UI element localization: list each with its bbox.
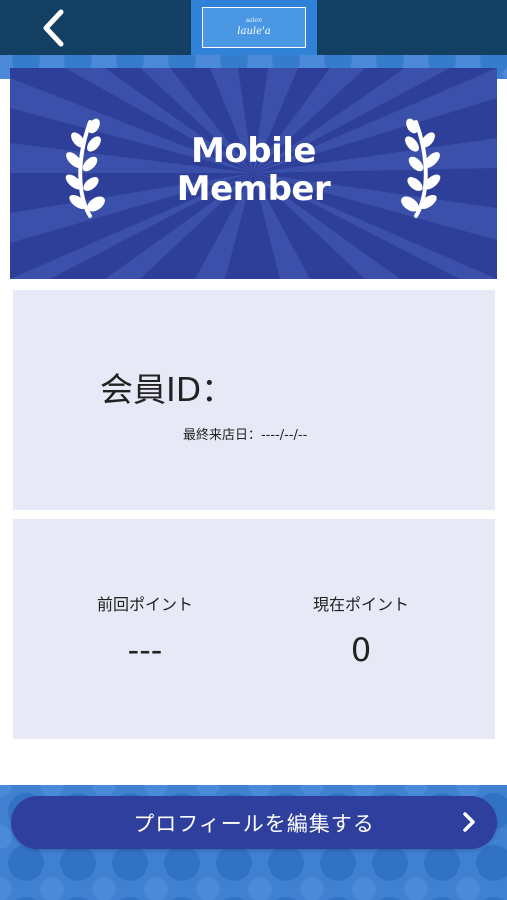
back-button[interactable] [28, 5, 78, 51]
logo-small-text: salon [245, 17, 263, 24]
chevron-left-icon [43, 9, 64, 47]
content-panel: 会員ID： 最終来店日：----/--/-- 前回ポイント --- 現在ポイント… [0, 279, 507, 785]
member-id-text: 会員ID [100, 370, 202, 409]
previous-points-label: 前回ポイント [96, 595, 193, 614]
hero-banner: Mobile Member [10, 68, 497, 279]
member-id-label: 会員ID： [100, 370, 234, 410]
member-id-card: 会員ID： 最終来店日：----/--/-- [13, 290, 495, 510]
edit-profile-label: プロフィールを編集する [133, 811, 375, 836]
current-points-label: 現在ポイント [312, 595, 409, 614]
top-bar: salon laule'a [0, 0, 507, 55]
edit-profile-button[interactable]: プロフィールを編集する [11, 796, 497, 849]
logo-main-text: laule'a [237, 26, 271, 37]
logo-tab[interactable]: salon laule'a [191, 0, 317, 55]
member-id-colon: ： [201, 370, 235, 409]
points-card: 前回ポイント --- 現在ポイント 0 [13, 519, 495, 739]
chevron-right-icon [463, 812, 475, 832]
hero-title-line1: Mobile [191, 131, 316, 171]
current-points-value: 0 [350, 631, 372, 669]
previous-points-value: --- [127, 631, 163, 669]
salon-logo: salon laule'a [202, 7, 306, 48]
last-visit-date: 最終来店日：----/--/-- [183, 428, 308, 443]
hero-title: Mobile Member [10, 132, 497, 208]
hero-title-line2: Member [176, 169, 331, 209]
